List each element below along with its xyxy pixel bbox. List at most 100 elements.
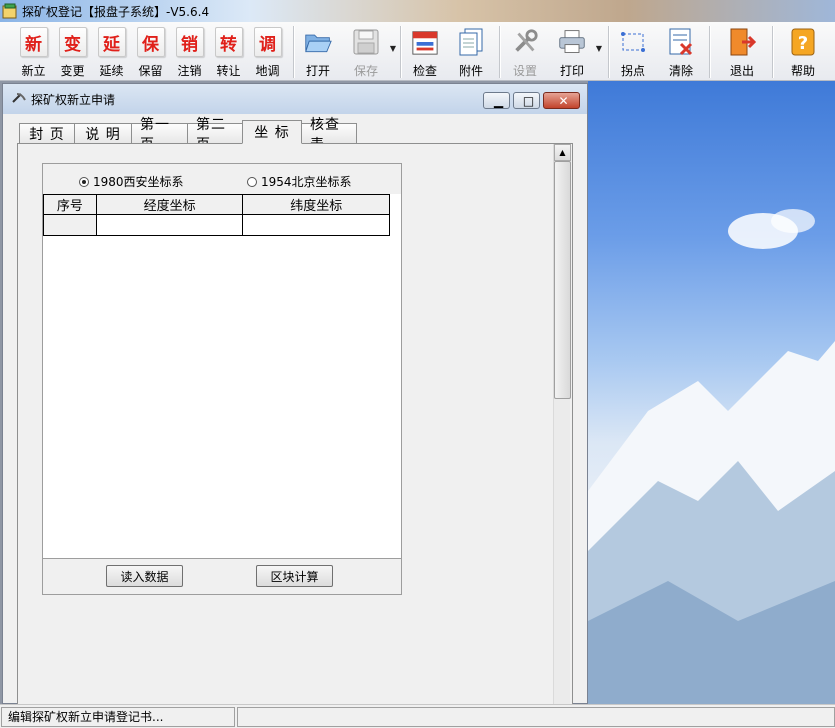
minimize-button[interactable]: ▁ <box>483 92 510 109</box>
scroll-up-button[interactable]: ▲ <box>554 144 571 161</box>
column-header-longitude[interactable]: 经度坐标 <box>95 194 244 215</box>
documents-icon <box>459 28 483 56</box>
coordinate-actions: 读入数据 区块计算 <box>43 558 401 594</box>
help-button[interactable]: ? 帮助 <box>785 22 821 81</box>
radio-1954-label: 1954北京坐标系 <box>261 175 352 189</box>
printer-icon <box>559 30 585 53</box>
toolbar-separator <box>608 26 609 78</box>
attachment-button[interactable]: 附件 <box>453 22 489 81</box>
settings-label: 设置 <box>512 64 537 78</box>
transfer-icon: 转 <box>214 27 243 57</box>
pickaxe-icon <box>12 93 26 103</box>
save-dropdown-arrow-icon[interactable]: ▼ <box>390 44 396 53</box>
longitude-cell[interactable] <box>95 214 244 236</box>
mountain-illustration <box>588 209 835 704</box>
change-button[interactable]: 变 变更 <box>53 22 92 81</box>
transfer-button[interactable]: 转 转让 <box>209 22 248 81</box>
row-index-cell[interactable] <box>43 214 97 236</box>
print-label: 打印 <box>559 64 584 78</box>
vertical-scrollbar[interactable]: ▲ <box>553 144 571 704</box>
svg-text:?: ? <box>798 33 808 54</box>
coordinates-tab-panel: 1980西安坐标系 1954北京坐标系 序号 经度坐标 纬度坐标 读入数据 区块… <box>17 143 573 705</box>
radio-1980-label: 1980西安坐标系 <box>93 175 184 189</box>
column-header-latitude[interactable]: 纬度坐标 <box>242 194 390 215</box>
tab-page-one[interactable]: 第一页 <box>131 117 188 153</box>
toolbar-separator <box>293 26 294 78</box>
extend-icon: 延 <box>97 27 126 57</box>
save-disk-icon <box>353 29 379 55</box>
check-button[interactable]: 检查 <box>407 22 443 81</box>
exit-label: 退出 <box>729 64 754 78</box>
coordinate-grid-box: 1980西安坐标系 1954北京坐标系 序号 经度坐标 纬度坐标 读入数据 区块… <box>42 163 402 595</box>
inflection-point-icon <box>621 32 645 52</box>
status-bar: 编辑探矿权新立申请登记书... <box>0 704 835 728</box>
new-button[interactable]: 新 新立 <box>14 22 53 81</box>
tools-icon <box>515 29 538 52</box>
retain-button[interactable]: 保 保留 <box>131 22 170 81</box>
latitude-cell[interactable] <box>242 214 390 236</box>
exit-button[interactable]: 退出 <box>724 22 760 81</box>
new-label: 新立 <box>21 64 46 78</box>
toolbar-separator <box>709 26 710 78</box>
open-button[interactable]: 打开 <box>300 22 336 81</box>
tab-page-two[interactable]: 第二页 <box>187 117 243 153</box>
table-row[interactable] <box>43 214 390 236</box>
minimize-icon: ▁ <box>493 93 504 108</box>
toolbar-separator <box>499 26 500 78</box>
folder-open-icon <box>305 34 332 53</box>
column-header-index[interactable]: 序号 <box>43 194 97 215</box>
tab-strip: 封 页 说 明 第一页 第二页 坐 标 核查表 <box>19 117 357 153</box>
child-window-title-bar[interactable]: 探矿权新立申请 ▁ □ ✕ <box>3 84 587 114</box>
scrollbar-thumb[interactable] <box>554 161 571 399</box>
exit-door-icon <box>730 28 756 56</box>
main-toolbar: 新 新立 变 变更 延 延续 保 保留 销 注销 转 转让 调 地调 打开 保存… <box>0 22 835 81</box>
tab-cover[interactable]: 封 页 <box>19 123 75 144</box>
open-label: 打开 <box>305 64 330 78</box>
read-data-button[interactable]: 读入数据 <box>106 565 183 587</box>
background-mountain-image <box>588 81 835 704</box>
print-button[interactable]: 打印 ▼ <box>552 22 602 81</box>
tab-checklist[interactable]: 核查表 <box>301 117 357 153</box>
clear-button[interactable]: 清除 <box>663 22 699 81</box>
toolbar-separator <box>400 26 401 78</box>
save-label: 保存 <box>353 64 378 78</box>
inflection-point-label: 拐点 <box>620 64 645 78</box>
new-icon: 新 <box>19 27 48 57</box>
extend-button[interactable]: 延 延续 <box>92 22 131 81</box>
maximize-button[interactable]: □ <box>513 92 540 109</box>
save-button[interactable]: 保存 ▼ <box>346 22 396 81</box>
change-label: 变更 <box>60 64 85 78</box>
app-title: 探矿权登记【报盘子系统】-V5.6.4 <box>22 4 210 19</box>
clear-label: 清除 <box>668 64 693 78</box>
extend-label: 延续 <box>99 64 124 78</box>
status-pane-secondary <box>237 706 835 727</box>
app-icon <box>2 3 17 19</box>
check-label: 检查 <box>412 64 437 78</box>
cancel-registration-button[interactable]: 销 注销 <box>170 22 209 81</box>
inflection-point-button[interactable]: 拐点 <box>615 22 651 81</box>
coordinate-system-selector: 1980西安坐标系 1954北京坐标系 <box>43 164 401 194</box>
radio-1954-beijing[interactable]: 1954北京坐标系 <box>247 173 352 190</box>
scroll-up-arrow-icon: ▲ <box>559 148 566 157</box>
change-icon: 变 <box>58 27 87 57</box>
radio-1980-xian[interactable]: 1980西安坐标系 <box>79 173 184 190</box>
geo-survey-icon: 调 <box>253 27 282 57</box>
geo-survey-label: 地调 <box>255 64 280 78</box>
retain-icon: 保 <box>136 27 165 57</box>
status-message: 编辑探矿权新立申请登记书... <box>1 706 235 727</box>
clear-list-icon <box>669 28 693 56</box>
block-calc-button[interactable]: 区块计算 <box>256 565 333 587</box>
radio-unselected-icon <box>247 176 257 187</box>
attachment-label: 附件 <box>458 64 483 78</box>
help-label: 帮助 <box>790 64 815 78</box>
settings-button[interactable]: 设置 <box>506 22 544 81</box>
tab-coordinates[interactable]: 坐 标 <box>242 120 302 144</box>
new-application-window: 探矿权新立申请 ▁ □ ✕ 封 页 说 明 第一页 第二页 坐 标 核查表 19… <box>2 83 588 705</box>
geo-survey-button[interactable]: 调 地调 <box>248 22 287 81</box>
app-title-bar: 探矿权登记【报盘子系统】-V5.6.4 <box>0 0 835 22</box>
tab-instructions[interactable]: 说 明 <box>74 123 132 144</box>
print-dropdown-arrow-icon[interactable]: ▼ <box>596 44 602 53</box>
calendar-check-icon <box>412 31 438 55</box>
close-button[interactable]: ✕ <box>543 92 580 109</box>
retain-label: 保留 <box>138 64 163 78</box>
